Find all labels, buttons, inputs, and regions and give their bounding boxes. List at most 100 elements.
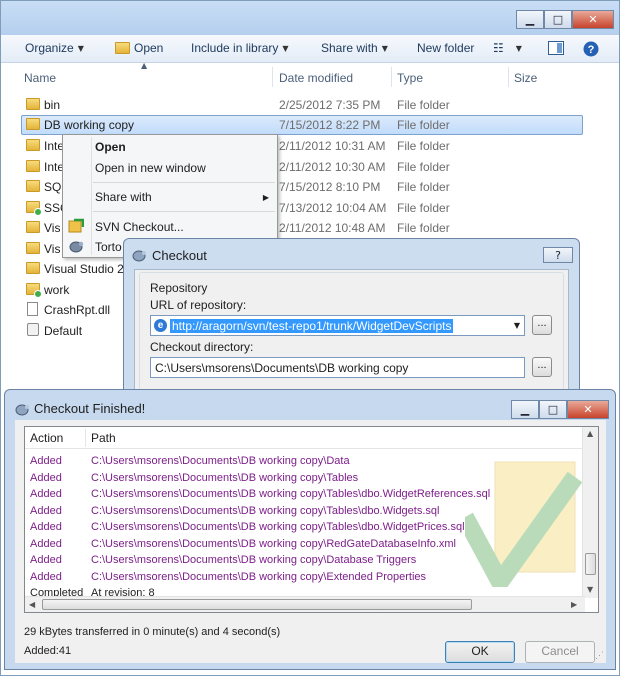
list-item[interactable]: Added C:\Users\msorens\Documents\DB work…	[25, 454, 585, 470]
menu-item-svn-checkout[interactable]: SVN Checkout...	[95, 220, 184, 234]
help-icon: ?	[555, 248, 561, 262]
maximize-icon: □	[547, 403, 559, 416]
svn-folder-icon	[26, 283, 42, 298]
preview-pane-button[interactable]	[548, 41, 564, 58]
explorer-window-controls: ▁ □ ✕	[516, 10, 614, 29]
help-button[interactable]: ?	[543, 247, 573, 263]
close-button[interactable]: ✕	[567, 400, 609, 419]
close-button[interactable]: ✕	[572, 10, 614, 29]
list-item[interactable]: Added C:\Users\msorens\Documents\DB work…	[25, 570, 585, 586]
menu-item-open[interactable]: Open	[95, 140, 126, 154]
svn-folder-icon	[26, 201, 42, 216]
maximize-button[interactable]: □	[544, 10, 572, 29]
menu-item-share-with[interactable]: Share with	[95, 190, 152, 204]
organize-button[interactable]: Organize ▼	[25, 41, 84, 55]
column-type[interactable]: Type	[397, 71, 423, 85]
scroll-up-icon[interactable]: ▲	[587, 429, 593, 438]
horizontal-scrollbar[interactable]: ◀ ▶	[25, 596, 585, 612]
action-cell: Added	[30, 554, 62, 566]
path-cell: C:\Users\msorens\Documents\DB working co…	[91, 472, 359, 484]
maximize-button[interactable]: □	[539, 400, 567, 419]
minimize-button[interactable]: ▁	[516, 10, 544, 29]
folder-icon	[26, 221, 40, 233]
chevron-down-icon[interactable]: ▼	[514, 321, 520, 330]
file-name: Vis	[44, 242, 61, 256]
resize-grip-icon[interactable]: ⋰	[595, 650, 604, 661]
cancel-button[interactable]: Cancel	[525, 641, 595, 663]
new-folder-button[interactable]: New folder	[417, 41, 474, 55]
file-type: File folder	[397, 160, 450, 174]
submenu-arrow-icon: ▶	[262, 193, 269, 202]
settings-file-icon	[27, 323, 41, 336]
chevron-down-icon: ▼	[77, 43, 84, 53]
include-label: Include in library	[191, 41, 279, 55]
path-cell: C:\Users\msorens\Documents\DB working co…	[91, 505, 440, 517]
list-item[interactable]: Added C:\Users\msorens\Documents\DB work…	[25, 537, 585, 553]
repository-group: Repository URL of repository: e http://a…	[139, 272, 564, 392]
preview-pane-icon	[548, 41, 564, 55]
path-cell: C:\Users\msorens\Documents\DB working co…	[91, 521, 465, 533]
minimize-icon: ▁	[520, 403, 530, 416]
file-type: File folder	[397, 118, 450, 132]
column-path[interactable]: Path	[91, 431, 116, 445]
file-row-selected[interactable]: DB working copy 7/15/2012 8:22 PM File f…	[21, 115, 583, 135]
column-name[interactable]: Name	[24, 71, 56, 85]
help-button[interactable]: ?	[583, 41, 599, 60]
list-item[interactable]: Added C:\Users\msorens\Documents\DB work…	[25, 504, 585, 520]
list-item[interactable]: Added C:\Users\msorens\Documents\DB work…	[25, 471, 585, 487]
url-label: URL of repository:	[150, 298, 247, 312]
dir-browse-button[interactable]: ...	[532, 357, 552, 377]
scroll-right-icon[interactable]: ▶	[571, 600, 577, 609]
scroll-down-icon[interactable]: ▼	[587, 585, 593, 594]
menu-item-tortoisesvn[interactable]: Torto	[95, 240, 122, 254]
results-list[interactable]: Action Path Added C:\Users\msorens\Docum…	[24, 426, 599, 613]
explorer-toolbar: Organize ▼ Open Include in library ▼ Sha…	[1, 35, 619, 63]
folder-icon	[26, 160, 40, 172]
action-cell: Added	[30, 488, 62, 500]
path-cell: C:\Users\msorens\Documents\DB working co…	[91, 571, 427, 583]
scroll-thumb[interactable]	[585, 553, 596, 575]
url-combobox[interactable]: e http://aragorn/svn/test-repo1/trunk/Wi…	[150, 315, 525, 336]
views-icon: ☷	[493, 41, 504, 55]
url-value: http://aragorn/svn/test-repo1/trunk/Widg…	[170, 319, 454, 333]
file-name: Default	[44, 324, 83, 338]
file-name: Inte	[44, 139, 65, 153]
list-item[interactable]: Added C:\Users\msorens\Documents\DB work…	[25, 553, 585, 569]
list-item[interactable]: Added C:\Users\msorens\Documents\DB work…	[25, 520, 585, 536]
svn-checkout-icon	[68, 218, 85, 234]
ok-button[interactable]: OK	[445, 641, 515, 663]
file-date: 7/13/2012 10:04 AM	[279, 201, 387, 215]
file-type: File folder	[397, 139, 450, 153]
list-item[interactable]: Added C:\Users\msorens\Documents\DB work…	[25, 487, 585, 503]
transfer-summary: 29 kBytes transferred in 0 minute(s) and…	[24, 626, 281, 638]
vertical-scrollbar[interactable]: ▲ ▼	[582, 427, 598, 598]
url-browse-button[interactable]: ...	[532, 315, 552, 335]
column-action[interactable]: Action	[30, 431, 63, 445]
svg-text:?: ?	[588, 44, 595, 56]
explorer-title-bar: ▁ □ ✕	[1, 1, 619, 35]
menu-gutter	[91, 137, 92, 255]
file-type: File folder	[397, 98, 450, 112]
file-row[interactable]: bin 2/25/2012 7:35 PM File folder	[21, 95, 583, 115]
file-date: 2/11/2012 10:48 AM	[279, 221, 386, 235]
action-cell: Added	[30, 455, 62, 467]
file-name: Visual Studio 20	[44, 262, 131, 276]
checkout-directory-input[interactable]: C:\Users\msorens\Documents\DB working co…	[150, 357, 525, 378]
column-size[interactable]: Size	[514, 71, 537, 85]
include-in-library-button[interactable]: Include in library ▼	[191, 41, 289, 55]
share-with-button[interactable]: Share with ▼	[321, 41, 388, 55]
checkout-dialog: Checkout ? Repository URL of repository:…	[123, 238, 580, 399]
finished-body: Action Path Added C:\Users\msorens\Docum…	[15, 420, 606, 663]
scroll-thumb[interactable]	[42, 599, 472, 610]
scroll-left-icon[interactable]: ◀	[29, 600, 35, 609]
menu-item-open-new-window[interactable]: Open in new window	[95, 161, 206, 175]
file-name: CrashRpt.dll	[44, 303, 111, 317]
views-button[interactable]: ☷ ▼	[493, 41, 522, 55]
open-folder-icon	[115, 42, 130, 54]
file-name: Inte	[44, 160, 65, 174]
open-button[interactable]: Open	[115, 41, 163, 55]
column-date[interactable]: Date modified	[279, 71, 353, 85]
minimize-button[interactable]: ▁	[511, 400, 539, 419]
finished-window-controls: ▁ □ ✕	[511, 400, 609, 419]
folder-icon	[26, 262, 40, 274]
